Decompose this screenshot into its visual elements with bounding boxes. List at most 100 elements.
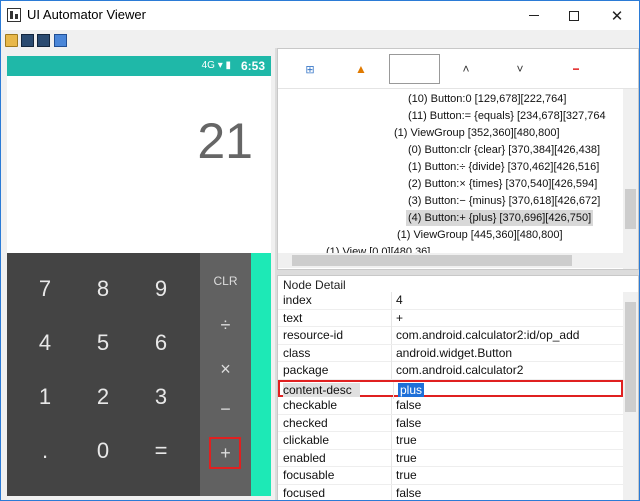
column-separator [391,484,392,500]
detail-row[interactable]: checked false [278,414,623,432]
detail-vertical-scrollbar[interactable] [623,292,638,500]
detail-value[interactable]: true [396,468,417,482]
hierarchy-tree: (10) Button:0 [129,678][222,764] (11) Bu… [278,89,623,255]
detail-key: focusable [283,468,335,482]
decimal-key[interactable]: . [16,424,74,478]
detail-row[interactable]: checkable false [278,397,623,415]
device-screenshot-icon[interactable] [21,34,34,47]
calculator-display[interactable]: 21 [7,76,271,253]
detail-value[interactable]: + [396,311,403,325]
column-separator [391,292,392,309]
detail-key: package [283,363,329,377]
column-separator [391,414,392,432]
detail-row[interactable]: focused false [278,484,623,500]
digit-key-5[interactable]: 5 [74,316,132,370]
detail-value[interactable]: 4 [396,293,403,307]
column-separator [391,467,392,484]
divide-key[interactable]: ÷ [200,302,251,348]
detail-row[interactable]: class android.widget.Button [278,344,623,362]
digit-key-9[interactable]: 9 [132,262,190,316]
detail-value[interactable]: false [396,416,421,430]
column-separator [393,381,394,399]
scroll-thumb[interactable] [292,255,572,266]
app-icon [7,8,21,22]
detail-key: resource-id [283,328,344,342]
column-separator [391,344,392,362]
digit-key-0[interactable]: 0 [74,424,132,478]
chevron-up-icon[interactable]: ˄ [458,61,474,77]
detail-value[interactable]: true [396,451,417,465]
detail-value[interactable]: false [396,398,421,412]
digit-key-1[interactable]: 1 [16,370,74,424]
equals-key[interactable]: = [132,424,190,478]
detail-key: text [283,310,303,325]
detail-value[interactable]: android.widget.Button [396,346,512,360]
column-separator [391,449,392,467]
digit-key-3[interactable]: 3 [132,370,190,424]
tree-node[interactable]: (1) ViewGroup [445,360][480,800] [397,227,563,243]
tree-node[interactable]: (3) Button:− {minus} [370,618][426,672] [408,193,600,209]
maximize-icon [569,10,579,21]
node-detail-header: Node Detail [283,278,346,292]
selected-node-highlight [209,437,241,469]
maximize-button[interactable] [554,1,594,30]
digit-key-7[interactable]: 7 [16,262,74,316]
detail-value-editing[interactable]: plus [398,382,425,397]
node-filter-field[interactable] [389,54,440,84]
detail-key: enabled [283,450,326,465]
detail-key: focused [283,485,326,500]
tree-node-selected[interactable]: (4) Button:+ {plus} [370,696][426,750] [406,210,594,226]
detail-row[interactable]: text + [278,309,623,327]
node-detail-table: index 4 text + resource-id com.android.calc… [278,292,623,500]
scroll-thumb[interactable] [625,302,636,412]
digit-keypad: 7 8 9 4 5 6 1 2 3 . 0 = [7,253,200,496]
tree-node[interactable]: (2) Button:× {times} [370,540][426,594] [408,176,597,192]
digit-key-8[interactable]: 8 [74,262,132,316]
tree-node[interactable]: (1) ViewGroup [352,360][480,800] [394,125,560,141]
clear-key[interactable]: CLR [200,258,251,304]
detail-key: index [283,293,312,307]
detail-value[interactable]: false [396,486,421,500]
device-screenshot-compressed-icon[interactable] [37,34,50,47]
digit-key-4[interactable]: 4 [16,316,74,370]
scroll-thumb[interactable] [625,189,636,229]
node-detail-panel: Node Detail index 4 text + resource-id com.… [277,275,639,500]
detail-row[interactable]: focusable true [278,467,623,485]
device-screenshot[interactable]: 4G ▾ ▮ 6:53 21 7 8 9 4 5 6 1 2 3 . 0 = C… [7,56,271,496]
tree-node[interactable]: (1) Button:÷ {divide} [370,462][426,516] [408,159,599,175]
minus-key[interactable]: − [200,386,251,432]
tree-node[interactable]: (0) Button:clr {clear} [370,384][426,438… [408,142,600,158]
detail-row[interactable]: enabled true [278,449,623,467]
column-separator [391,432,392,449]
detail-value[interactable]: com.android.calculator2 [396,363,523,377]
close-button[interactable]: ✕ [597,1,637,30]
detail-row-content-desc[interactable]: content-desc plus [278,379,623,399]
device-status-bar: 4G ▾ ▮ 6:53 [7,56,271,76]
detail-value[interactable]: com.android.calculator2:id/op_add [396,328,579,342]
digit-key-2[interactable]: 2 [74,370,132,424]
tree-horizontal-scrollbar[interactable] [278,253,623,268]
detail-row[interactable]: resource-id com.android.calculator2:id/op… [278,327,623,345]
column-separator [391,327,392,344]
warning-icon[interactable]: ▲ [353,61,369,77]
minimize-button[interactable] [514,1,554,30]
minimize-icon [529,15,539,16]
digit-key-6[interactable]: 6 [132,316,190,370]
remove-icon[interactable]: − [568,61,584,77]
display-value: 21 [197,113,253,169]
tree-vertical-scrollbar[interactable] [623,89,638,269]
chevron-down-icon[interactable]: ˅ [512,61,528,77]
tree-node[interactable]: (10) Button:0 [129,678][222,764] [408,91,566,107]
open-folder-icon[interactable] [5,34,18,47]
detail-row[interactable]: package com.android.calculator2 [278,362,623,380]
column-separator [391,397,392,414]
hierarchy-toolbar: ⊞ ▲ ˄ ˅ − [278,49,638,89]
detail-value[interactable]: true [396,433,417,447]
advanced-panel-strip[interactable] [251,253,271,496]
save-icon[interactable] [54,34,67,47]
detail-row[interactable]: index 4 [278,292,623,310]
tree-node[interactable]: (11) Button:= {equals} [234,678][327,764 [408,108,606,124]
detail-row[interactable]: clickable true [278,432,623,450]
device-clock: 6:53 [240,59,265,73]
expand-all-icon[interactable]: ⊞ [302,61,318,77]
